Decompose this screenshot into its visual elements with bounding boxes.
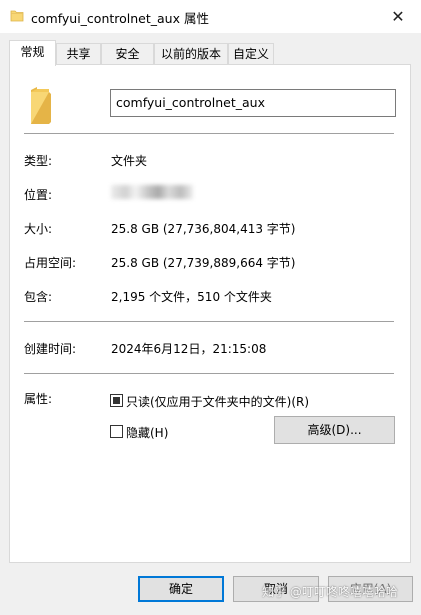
hidden-label[interactable]: 隐藏(H) [126,424,168,441]
folder-name-input[interactable]: comfyui_controlnet_aux [110,89,396,117]
contains-value: 2,195 个文件，510 个文件夹 [111,290,272,304]
location-value-redacted [111,185,193,199]
hidden-checkbox[interactable] [110,425,123,438]
divider [24,373,394,374]
tab-sharing[interactable]: 共享 [56,43,101,64]
tab-customize[interactable]: 自定义 [228,43,274,64]
tab-security[interactable]: 安全 [101,43,154,64]
disk-size-label: 占用空间: [24,256,77,270]
attributes-label: 属性: [24,392,53,406]
window-title: comfyui_controlnet_aux 属性 [31,11,209,26]
created-label: 创建时间: [24,342,77,356]
folder-large-icon [28,86,54,129]
ok-button[interactable]: 确定 [138,576,224,602]
tab-general[interactable]: 常规 [9,40,56,66]
divider [24,133,394,134]
watermark-text: 知乎 @叮叮咚咚嘻嘻哈哈 [262,585,398,599]
type-label: 类型: [24,154,53,168]
divider [24,321,394,322]
readonly-checkbox[interactable] [110,394,123,407]
disk-size-value: 25.8 GB (27,739,889,664 字节) [111,256,296,270]
created-value: 2024年6月12日，21:15:08 [111,342,267,356]
contains-label: 包含: [24,290,53,304]
checkbox-indeterminate-mark [113,397,120,404]
size-value: 25.8 GB (27,736,804,413 字节) [111,222,296,236]
size-label: 大小: [24,222,53,236]
close-icon: ✕ [391,7,405,26]
tab-previous-versions[interactable]: 以前的版本 [154,43,228,64]
type-value: 文件夹 [111,154,148,168]
folder-icon [10,9,24,25]
title-bar[interactable]: comfyui_controlnet_aux 属性 ✕ [0,0,421,33]
advanced-button[interactable]: 高级(D)... [274,416,395,444]
close-button[interactable]: ✕ [375,0,421,33]
readonly-label[interactable]: 只读(仅应用于文件夹中的文件)(R) [126,393,309,410]
general-panel [9,64,411,563]
location-label: 位置: [24,188,53,202]
